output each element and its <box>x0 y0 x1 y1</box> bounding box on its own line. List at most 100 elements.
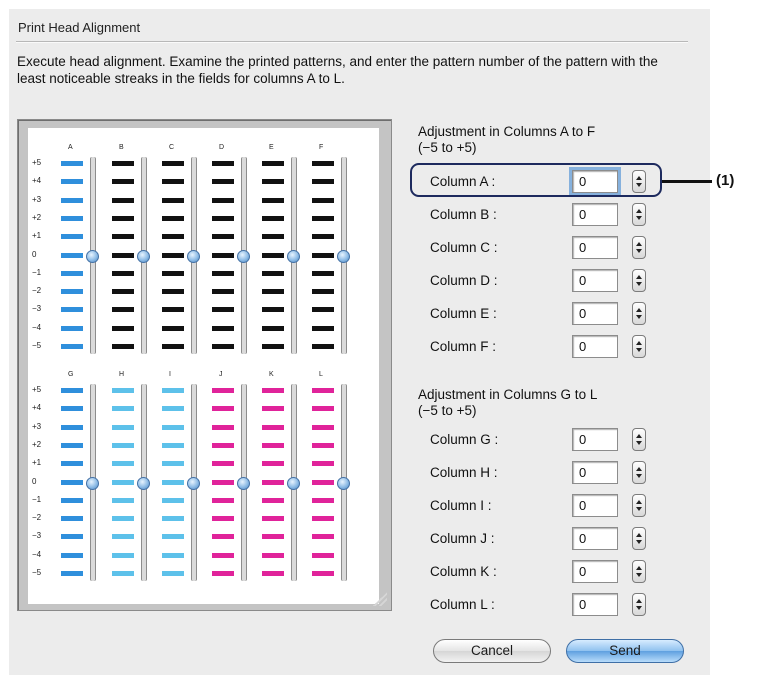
pattern-preview-panel: A B C D E F +5 +4 +3 +2 +1 0 −1 −2 −3 −4 −5 G H I J K L +5 +4 +3 +… <box>17 119 392 611</box>
column-e-input[interactable] <box>572 302 618 325</box>
pattern-column-label-i: I <box>169 371 171 378</box>
pattern-bar <box>112 307 134 313</box>
stepper-up-arrow-icon[interactable] <box>636 275 642 279</box>
pattern-slider-thumb-icon[interactable] <box>86 476 99 490</box>
stepper-up-arrow-icon[interactable] <box>636 434 642 438</box>
stepper-up-arrow-icon[interactable] <box>636 566 642 570</box>
column-b-input[interactable] <box>572 203 618 226</box>
callout-box <box>410 163 662 197</box>
pattern-bar <box>112 442 134 448</box>
column-label-g: Column G : <box>430 432 499 447</box>
column-k-stepper[interactable] <box>632 560 646 583</box>
stepper-down-arrow-icon[interactable] <box>636 441 642 445</box>
pattern-slider-thumb-icon[interactable] <box>287 249 300 263</box>
stepper-down-arrow-icon[interactable] <box>636 315 642 319</box>
stepper-up-arrow-icon[interactable] <box>636 533 642 537</box>
column-l-stepper[interactable] <box>632 593 646 616</box>
pattern-slider-thumb-icon[interactable] <box>337 476 350 490</box>
stepper-down-arrow-icon[interactable] <box>636 507 642 511</box>
pattern-bar <box>162 424 184 430</box>
pattern-bar <box>162 534 184 540</box>
column-h-stepper[interactable] <box>632 461 646 484</box>
pattern-bar <box>61 344 83 349</box>
pattern-slider-thumb-icon[interactable] <box>237 476 250 490</box>
column-d-stepper[interactable] <box>632 269 646 292</box>
pattern-slider-thumb-icon[interactable] <box>187 476 200 490</box>
column-row-c: Column C : <box>430 236 650 262</box>
pattern-bar <box>312 270 334 276</box>
pattern-bar <box>112 234 134 240</box>
column-i-stepper[interactable] <box>632 494 646 517</box>
stepper-down-arrow-icon[interactable] <box>636 249 642 253</box>
pattern-row-label: +3 <box>32 421 42 431</box>
pattern-bar <box>112 344 134 349</box>
stepper-down-arrow-icon[interactable] <box>636 474 642 478</box>
stepper-up-arrow-icon[interactable] <box>636 242 642 246</box>
stepper-down-arrow-icon[interactable] <box>636 348 642 352</box>
column-f-input[interactable] <box>572 335 618 358</box>
column-row-k: Column K : <box>430 560 650 586</box>
pattern-slider-thumb-icon[interactable] <box>337 249 350 263</box>
pattern-row-label: +1 <box>32 458 42 468</box>
stepper-down-arrow-icon[interactable] <box>636 540 642 544</box>
pattern-bar <box>61 406 83 412</box>
column-e-stepper[interactable] <box>632 302 646 325</box>
column-g-stepper[interactable] <box>632 428 646 451</box>
pattern-bar <box>262 215 284 221</box>
stepper-up-arrow-icon[interactable] <box>636 308 642 312</box>
resize-grip-icon[interactable] <box>373 592 387 606</box>
stepper-down-arrow-icon[interactable] <box>636 606 642 610</box>
pattern-bar <box>162 215 184 221</box>
stepper-down-arrow-icon[interactable] <box>636 216 642 220</box>
column-h-input[interactable] <box>572 461 618 484</box>
pattern-bar <box>162 161 184 166</box>
stepper-up-arrow-icon[interactable] <box>636 467 642 471</box>
pattern-bar <box>212 406 234 412</box>
pattern-bar <box>162 307 184 313</box>
stepper-up-arrow-icon[interactable] <box>636 209 642 213</box>
column-f-stepper[interactable] <box>632 335 646 358</box>
pattern-row-label: +4 <box>32 403 42 413</box>
column-row-j: Column J : <box>430 527 650 553</box>
pattern-slider-thumb-icon[interactable] <box>187 249 200 263</box>
pattern-bar <box>212 571 234 576</box>
pattern-bar <box>312 179 334 185</box>
stepper-up-arrow-icon[interactable] <box>636 341 642 345</box>
send-button[interactable]: Send <box>566 639 684 663</box>
cancel-button[interactable]: Cancel <box>433 639 551 663</box>
stepper-up-arrow-icon[interactable] <box>636 500 642 504</box>
pattern-bar <box>312 571 334 576</box>
pattern-row-label: −1 <box>32 267 42 277</box>
column-j-input[interactable] <box>572 527 618 550</box>
stepper-down-arrow-icon[interactable] <box>636 282 642 286</box>
column-c-stepper[interactable] <box>632 236 646 259</box>
pattern-row-label: +3 <box>32 194 42 204</box>
pattern-bar <box>61 479 83 485</box>
column-g-input[interactable] <box>572 428 618 451</box>
column-j-stepper[interactable] <box>632 527 646 550</box>
column-k-input[interactable] <box>572 560 618 583</box>
pattern-slider-thumb-icon[interactable] <box>137 476 150 490</box>
pattern-bar <box>212 252 234 258</box>
stepper-down-arrow-icon[interactable] <box>636 573 642 577</box>
pattern-bar <box>212 424 234 430</box>
column-l-input[interactable] <box>572 593 618 616</box>
column-row-i: Column I : <box>430 494 650 520</box>
stepper-up-arrow-icon[interactable] <box>636 599 642 603</box>
pattern-bar <box>312 161 334 166</box>
pattern-row-label: −3 <box>32 531 42 541</box>
pattern-bar <box>312 479 334 485</box>
pattern-slider-thumb-icon[interactable] <box>287 476 300 490</box>
column-label-h: Column H : <box>430 465 498 480</box>
pattern-row-label: −2 <box>32 286 42 296</box>
pattern-bar <box>212 234 234 240</box>
pattern-slider-thumb-icon[interactable] <box>86 249 99 263</box>
column-row-b: Column B : <box>430 203 650 229</box>
column-d-input[interactable] <box>572 269 618 292</box>
pattern-slider-thumb-icon[interactable] <box>237 249 250 263</box>
pattern-bar <box>61 571 83 576</box>
column-i-input[interactable] <box>572 494 618 517</box>
column-c-input[interactable] <box>572 236 618 259</box>
column-b-stepper[interactable] <box>632 203 646 226</box>
pattern-slider-thumb-icon[interactable] <box>137 249 150 263</box>
